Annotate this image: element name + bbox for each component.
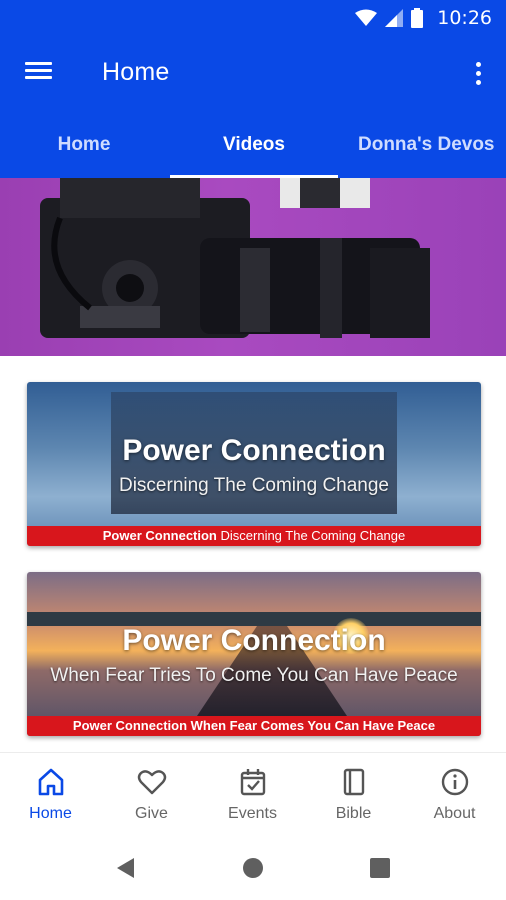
nav-give[interactable]: Give xyxy=(101,753,202,837)
back-icon[interactable] xyxy=(112,854,140,882)
video-card-subtitle: Discerning The Coming Change xyxy=(118,475,390,496)
status-icons: 10:26 xyxy=(355,6,492,30)
video-card-banner-bold: Power Connection xyxy=(102,528,217,543)
home-icon xyxy=(38,768,64,796)
overflow-menu-button[interactable] xyxy=(468,56,488,90)
hamburger-icon-line xyxy=(25,76,52,79)
heart-icon xyxy=(137,770,167,795)
video-list: Power Connection Discerning The Coming C… xyxy=(0,356,506,752)
nav-label: Give xyxy=(135,805,168,822)
app-bar: Home xyxy=(0,36,506,112)
recents-icon[interactable] xyxy=(366,854,394,882)
status-bar: 10:26 xyxy=(0,0,506,36)
more-vert-icon-dot xyxy=(475,61,481,67)
bottom-navigation: Home Give Events Bible About xyxy=(0,752,506,836)
nav-label: Home xyxy=(29,805,72,822)
nav-label: Bible xyxy=(335,805,372,822)
nav-about[interactable]: About xyxy=(404,753,505,837)
nav-label: Events xyxy=(228,805,277,822)
system-navigation-bar xyxy=(0,836,506,900)
battery-icon xyxy=(411,8,424,28)
hamburger-icon-line xyxy=(25,69,52,72)
video-card-banner: Power Connection When Fear Comes You Can… xyxy=(27,716,481,736)
nav-events[interactable]: Events xyxy=(202,753,303,837)
home-circle-icon[interactable] xyxy=(239,854,267,882)
info-icon xyxy=(441,768,469,796)
nav-home[interactable]: Home xyxy=(0,753,101,837)
nav-bible[interactable]: Bible xyxy=(303,753,404,837)
video-card-banner-text: Discerning The Coming Change xyxy=(220,528,406,543)
video-card-subtitle: When Fear Tries To Come You Can Have Pea… xyxy=(50,665,458,686)
app-header: 10:26 Home Home Videos Donna's Devos xyxy=(0,0,506,178)
video-card[interactable]: Power Connection When Fear Tries To Come… xyxy=(27,572,481,736)
tab-videos[interactable]: Videos xyxy=(170,112,338,178)
more-vert-icon-dot xyxy=(475,70,481,76)
tab-home[interactable]: Home xyxy=(0,112,168,178)
status-time: 10:26 xyxy=(437,7,492,29)
hamburger-icon-line xyxy=(25,62,52,65)
hero-image xyxy=(0,178,506,356)
tab-bar: Home Videos Donna's Devos xyxy=(0,112,506,178)
video-camera-image xyxy=(40,178,430,338)
video-card-title: Power Connection xyxy=(122,624,386,657)
calendar-check-icon xyxy=(240,769,266,796)
menu-button[interactable] xyxy=(22,58,56,88)
video-card-title: Power Connection xyxy=(122,434,386,467)
video-card[interactable]: Power Connection Discerning The Coming C… xyxy=(27,382,481,546)
book-icon xyxy=(343,768,365,796)
tab-donnas-devos[interactable]: Donna's Devos xyxy=(340,112,506,178)
more-vert-icon-dot xyxy=(475,79,481,85)
wifi-icon xyxy=(355,9,378,26)
cell-signal-icon xyxy=(385,9,404,27)
video-card-banner: Power Connection Discerning The Coming C… xyxy=(27,526,481,546)
nav-label: About xyxy=(433,805,476,822)
page-title: Home xyxy=(102,58,170,86)
